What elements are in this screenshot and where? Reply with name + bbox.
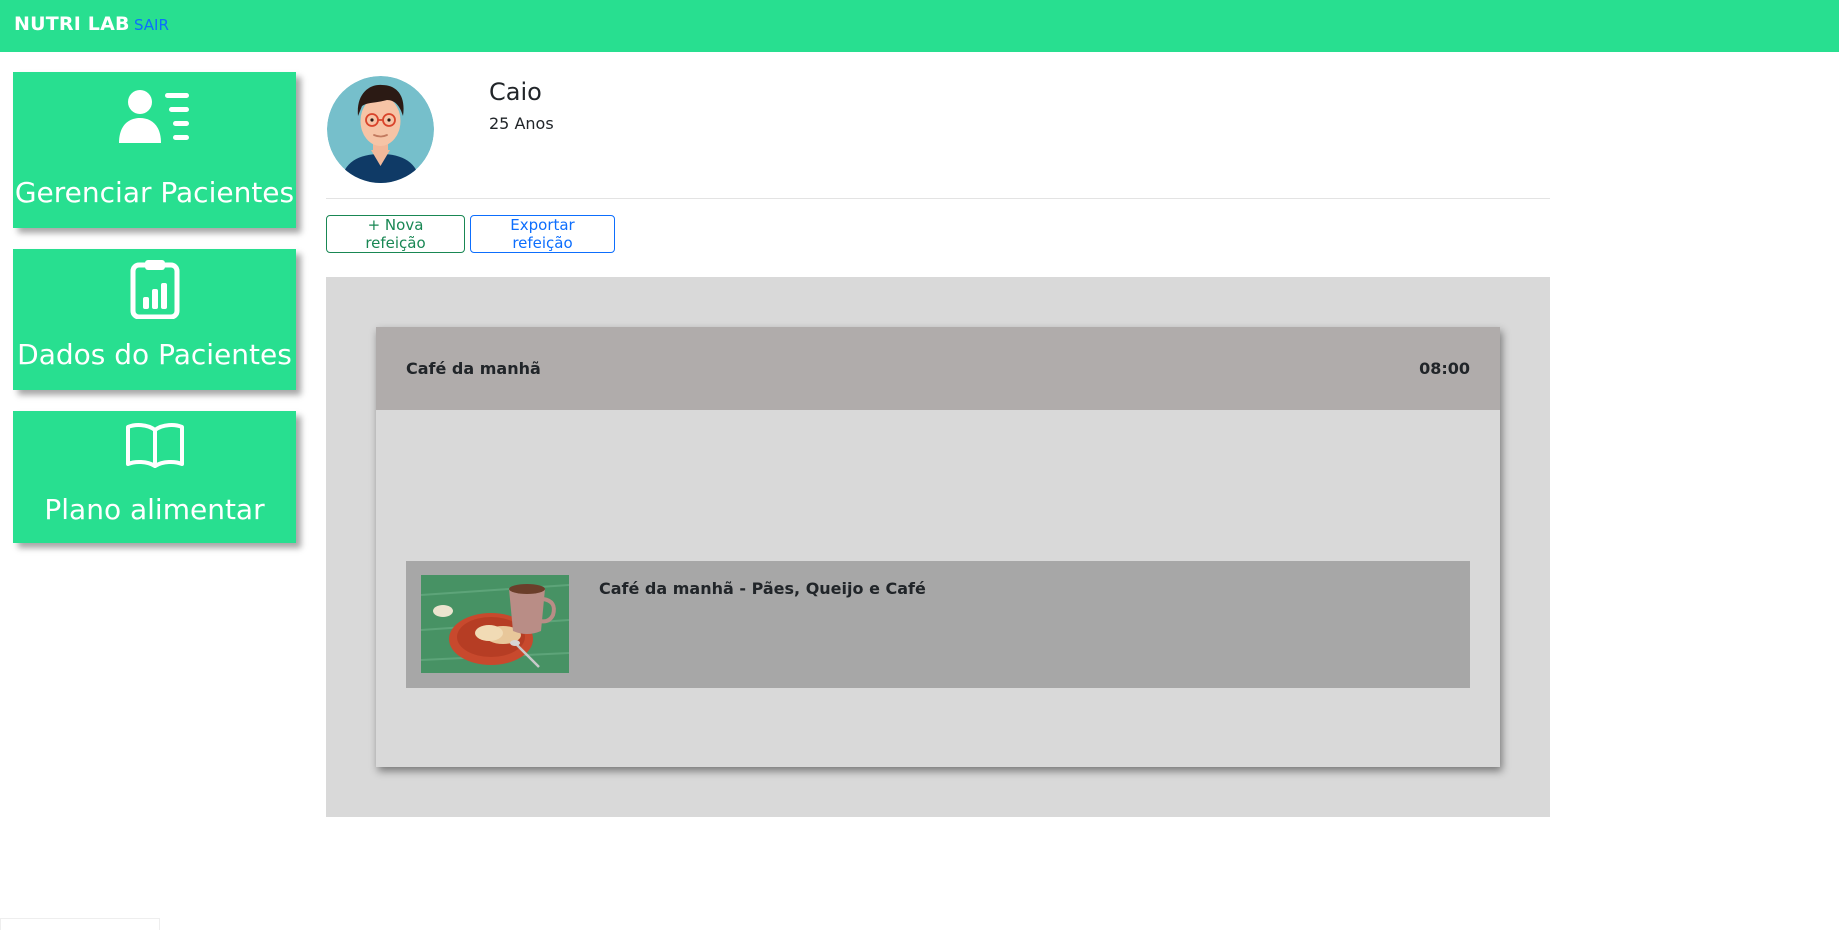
menu-card-label: Plano alimentar [44, 493, 265, 526]
food-item[interactable]: Café da manhã - Pães, Queijo e Café [406, 561, 1470, 688]
meal-card: Café da manhã 08:00 Café da manhã - Pães… [376, 327, 1500, 767]
logout-link[interactable]: SAIR [134, 16, 169, 34]
brand-logo[interactable]: NUTRI LAB [14, 13, 130, 35]
food-name: Café da manhã - Pães, Queijo e Café [599, 579, 926, 598]
header-divider [326, 198, 1550, 199]
menu-card-label: Gerenciar Pacientes [14, 176, 295, 209]
meal-header: Café da manhã 08:00 [376, 327, 1500, 410]
open-book-icon [13, 422, 296, 468]
menu-card-patient-data[interactable]: Dados do Pacientes [13, 249, 296, 390]
patient-age: 25 Anos [489, 114, 554, 133]
top-navbar: NUTRI LAB SAIR [0, 0, 1839, 52]
export-meal-button[interactable]: Exportar refeição [470, 215, 615, 253]
users-list-icon [13, 89, 296, 145]
meal-time: 08:00 [1419, 359, 1470, 378]
menu-card-manage-patients[interactable]: Gerenciar Pacientes [13, 72, 296, 228]
footer-badge [0, 918, 160, 930]
meals-panel: Café da manhã 08:00 Café da manhã - Pães… [326, 277, 1550, 817]
patient-name: Caio [489, 78, 542, 106]
patient-avatar [327, 76, 434, 183]
menu-card-label: Dados do Pacientes [17, 338, 292, 371]
new-meal-button[interactable]: + Nova refeição [326, 215, 465, 253]
clipboard-chart-icon [13, 259, 296, 319]
menu-card-meal-plan[interactable]: Plano alimentar [13, 411, 296, 543]
food-photo [421, 575, 569, 673]
meal-title: Café da manhã [406, 359, 541, 378]
